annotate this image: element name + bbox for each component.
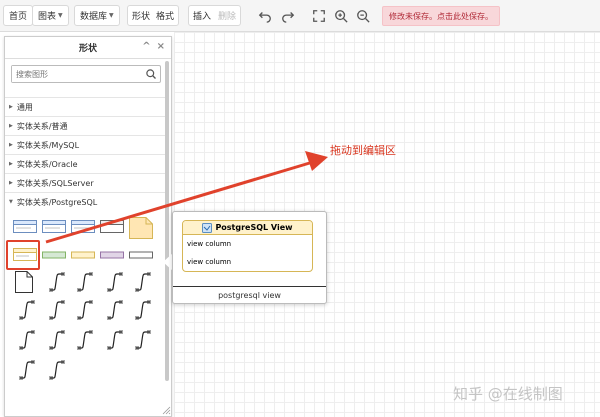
toolbar: 首页 图表 ▼ 数据库 ▼ 形状 格式 插入 删除 修改未保存。点击此处保存。 bbox=[0, 0, 600, 32]
view-icon bbox=[202, 222, 213, 233]
chevron-down-icon: ▼ bbox=[109, 12, 114, 19]
relation-connector-icon[interactable] bbox=[133, 329, 153, 351]
unsaved-notice-text: 修改未保存。点击此处保存。 bbox=[389, 11, 493, 21]
triangle-right-icon: ▶ bbox=[9, 180, 13, 186]
relation-connector-icon[interactable] bbox=[75, 299, 95, 321]
popup-divider bbox=[173, 286, 326, 287]
relation-connector-icon[interactable] bbox=[17, 359, 37, 381]
pg-view-preview-table: PostgreSQL View view column view column bbox=[182, 220, 313, 272]
category-label: 实体关系/普通 bbox=[16, 121, 68, 131]
relation-connector-icon[interactable] bbox=[105, 299, 125, 321]
chevron-down-icon: ▼ bbox=[58, 12, 63, 19]
fullscreen-icon[interactable] bbox=[309, 5, 329, 26]
pg-view-row: view column bbox=[187, 258, 232, 266]
shapes-panel-title: 形状 bbox=[78, 44, 97, 54]
unsaved-notice-button[interactable]: 修改未保存。点击此处保存。 bbox=[382, 6, 500, 26]
shape-search-box bbox=[11, 65, 161, 83]
search-icon[interactable] bbox=[145, 68, 157, 80]
category-er-postgresql[interactable]: ▼ 实体关系/PostgreSQL bbox=[5, 192, 165, 211]
shapes-panel-header: 形状 ^ × bbox=[5, 37, 171, 59]
triangle-down-icon: ▼ bbox=[9, 199, 13, 205]
category-label: 实体关系/PostgreSQL bbox=[16, 197, 98, 207]
zoom-out-icon[interactable] bbox=[353, 5, 373, 26]
relation-connector-icon[interactable] bbox=[47, 329, 67, 351]
pg-view-row: view column bbox=[187, 240, 232, 248]
shape-pg-bar-3[interactable] bbox=[100, 247, 124, 263]
triangle-right-icon: ▶ bbox=[9, 161, 13, 167]
relation-connector-icon[interactable] bbox=[105, 329, 125, 351]
collapse-icon[interactable]: ^ bbox=[142, 41, 150, 52]
relation-connector-icon[interactable] bbox=[47, 271, 67, 293]
relation-connector-icon[interactable] bbox=[133, 299, 153, 321]
relation-connector-icon[interactable] bbox=[47, 359, 67, 381]
relation-connector-icon[interactable] bbox=[17, 299, 37, 321]
category-label: 通用 bbox=[16, 102, 33, 112]
category-er-oracle[interactable]: ▶ 实体关系/Oracle bbox=[5, 154, 165, 173]
shape-search-input[interactable] bbox=[12, 66, 137, 82]
category-general[interactable]: ▶ 通用 bbox=[5, 97, 165, 116]
shape-pg-table-1[interactable] bbox=[13, 219, 37, 235]
database-label: 数据库 bbox=[80, 12, 108, 22]
chart-menu-button[interactable]: 图表 ▼ bbox=[32, 5, 69, 26]
redo-icon[interactable] bbox=[278, 5, 298, 26]
relation-connector-icon[interactable] bbox=[47, 299, 67, 321]
relation-connector-icon[interactable] bbox=[105, 271, 125, 293]
resize-grip-icon[interactable] bbox=[161, 405, 171, 415]
panel-scrollbar[interactable] bbox=[165, 61, 169, 381]
shape-preview-popup: PostgreSQL View view column view column … bbox=[172, 211, 327, 304]
chart-label: 图表 bbox=[38, 12, 57, 22]
shape-format-group: 形状 格式 bbox=[127, 5, 180, 26]
insert-delete-group: 插入 删除 bbox=[188, 5, 242, 26]
shape-pg-table-4[interactable] bbox=[100, 219, 124, 235]
home-button[interactable]: 首页 bbox=[3, 5, 34, 26]
shape-pg-bar-1[interactable] bbox=[42, 247, 66, 263]
category-label: 实体关系/Oracle bbox=[16, 159, 78, 169]
pg-view-preview-header: PostgreSQL View bbox=[183, 221, 312, 235]
insert-button[interactable]: 插入 bbox=[193, 9, 211, 22]
triangle-right-icon: ▶ bbox=[9, 123, 13, 129]
relation-connector-icon[interactable] bbox=[75, 271, 95, 293]
undo-icon[interactable] bbox=[255, 5, 275, 26]
category-label: 实体关系/MySQL bbox=[16, 140, 80, 150]
relation-connector-icon[interactable] bbox=[17, 329, 37, 351]
shape-pg-table-2[interactable] bbox=[42, 219, 66, 235]
database-menu-button[interactable]: 数据库 ▼ bbox=[74, 5, 120, 26]
shape-pg-bar-2[interactable] bbox=[71, 247, 95, 263]
shape-tab[interactable]: 形状 bbox=[132, 9, 150, 22]
shape-pg-table-3[interactable] bbox=[71, 219, 95, 235]
popup-caption: postgresql view bbox=[218, 291, 281, 300]
category-er-sqlserver[interactable]: ▶ 实体关系/SQLServer bbox=[5, 173, 165, 192]
shape-pg-note[interactable] bbox=[129, 217, 153, 239]
close-icon[interactable]: × bbox=[157, 41, 165, 52]
shapes-panel: 形状 ^ × ▶通用 ▶实体关系/普通 ▶实体关系/MySQL ▶实体关系/Or… bbox=[4, 36, 172, 417]
drag-hint-label: 拖动到编辑区 bbox=[330, 144, 396, 157]
triangle-right-icon: ▶ bbox=[9, 142, 13, 148]
delete-button[interactable]: 删除 bbox=[218, 9, 236, 22]
shape-pg-bar-4[interactable] bbox=[129, 247, 153, 263]
format-tab[interactable]: 格式 bbox=[156, 9, 174, 22]
category-er-general[interactable]: ▶ 实体关系/普通 bbox=[5, 116, 165, 135]
zoom-in-icon[interactable] bbox=[331, 5, 351, 26]
pg-view-title: PostgreSQL View bbox=[215, 223, 293, 232]
triangle-right-icon: ▶ bbox=[9, 104, 13, 110]
category-er-mysql[interactable]: ▶ 实体关系/MySQL bbox=[5, 135, 165, 154]
shape-pg-view[interactable] bbox=[13, 247, 37, 263]
shape-pg-document[interactable] bbox=[15, 271, 33, 293]
relation-connector-icon[interactable] bbox=[75, 329, 95, 351]
watermark: 知乎 @在线制图 bbox=[453, 385, 563, 403]
category-list: ▶ 通用 ▶ 实体关系/普通 ▶ 实体关系/MySQL ▶ 实体关系/Oracle ▶ 实… bbox=[5, 97, 165, 211]
category-label: 实体关系/SQLServer bbox=[16, 178, 94, 188]
home-label: 首页 bbox=[9, 12, 28, 22]
relation-connector-icon[interactable] bbox=[133, 271, 153, 293]
